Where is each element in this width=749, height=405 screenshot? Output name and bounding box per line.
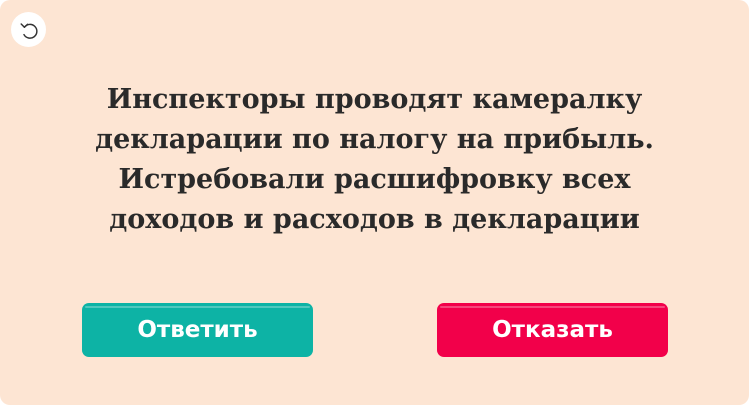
message-line: доходов и расходов в декларации xyxy=(109,204,640,235)
decline-button[interactable]: Отказать xyxy=(437,303,668,357)
undo-arrow-icon xyxy=(19,22,38,39)
back-button[interactable] xyxy=(11,12,46,47)
message-line: декларации по налогу на прибыль. xyxy=(95,124,654,155)
dialog-card: Инспекторы проводят камералку декларации… xyxy=(0,0,749,405)
message-line: Инспекторы проводят камералку xyxy=(106,84,643,115)
decline-button-label: Отказать xyxy=(492,317,613,343)
answer-button-label: Ответить xyxy=(137,317,258,343)
answer-button[interactable]: Ответить xyxy=(82,303,313,357)
message-text: Инспекторы проводят камералку декларации… xyxy=(60,80,689,240)
message-line: Истребовали расшифровку всех xyxy=(118,164,631,195)
